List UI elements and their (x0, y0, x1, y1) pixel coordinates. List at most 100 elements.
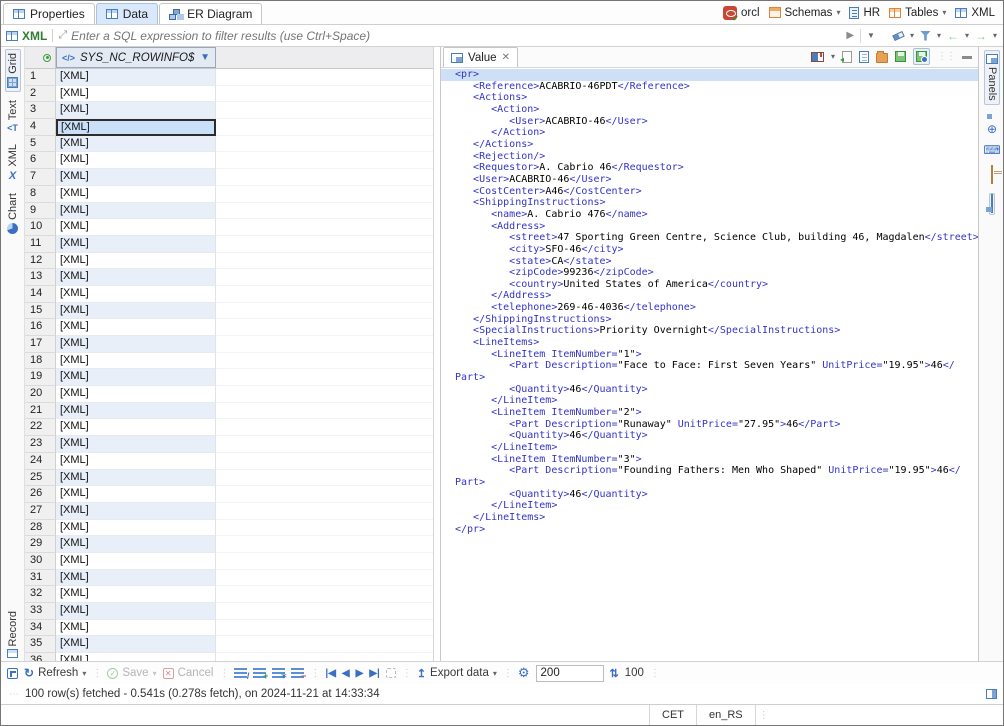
xml-value-cell[interactable]: [XML] (56, 236, 216, 253)
xml-value-cell[interactable]: [XML] (56, 586, 216, 603)
tab-properties[interactable]: Properties (3, 3, 95, 24)
row-number-cell[interactable]: 11 (25, 236, 56, 253)
open-in-editor-icon[interactable] (7, 668, 18, 679)
view-text-icon[interactable] (859, 51, 869, 63)
xml-value-viewer[interactable]: <pr> <Reference>ACABRIO-46PDT</Reference… (441, 68, 978, 661)
grid-body[interactable]: 1[XML]2[XML]3[XML]4[XML]5[XML]6[XML]7[XM… (25, 69, 433, 661)
grid-corner-cell[interactable] (25, 47, 56, 68)
refresh-button[interactable]: ↻ Refresh ▾ (24, 666, 86, 680)
save-button[interactable]: ✓ Save ▾ (107, 667, 156, 679)
xml-value-cell[interactable]: [XML] (56, 269, 216, 286)
close-icon[interactable]: ✕ (502, 52, 510, 63)
row-number-cell[interactable]: 20 (25, 386, 56, 403)
schema-selector[interactable]: HR (849, 7, 880, 19)
row-number-cell[interactable]: 2 (25, 86, 56, 103)
row-number-cell[interactable]: 3 (25, 102, 56, 119)
page-size-input[interactable] (536, 665, 604, 682)
xml-value-cell[interactable]: [XML] (56, 453, 216, 470)
row-number-cell[interactable]: 36 (25, 653, 56, 661)
xml-value-cell[interactable]: [XML] (56, 102, 216, 119)
xml-value-cell[interactable]: [XML] (56, 369, 216, 386)
panel-icon[interactable] (986, 689, 997, 699)
references-panel-icon[interactable]: ⊕ (986, 123, 998, 136)
settings-gear-icon[interactable]: ⚙ (518, 665, 530, 681)
xml-value-cell[interactable]: [XML] (56, 503, 216, 520)
apply-filter-icon[interactable]: ▶ (846, 30, 854, 41)
row-number-cell[interactable]: 29 (25, 536, 56, 553)
tab-chart[interactable]: Chart (6, 190, 20, 237)
row-number-cell[interactable]: 7 (25, 169, 56, 186)
row-number-cell[interactable]: 28 (25, 520, 56, 537)
xml-value-cell[interactable]: [XML] (56, 319, 216, 336)
row-number-cell[interactable]: 9 (25, 203, 56, 220)
xml-value-cell[interactable]: [XML] (56, 69, 216, 86)
table-selector[interactable]: XML (955, 7, 995, 19)
row-number-cell[interactable]: 4 (25, 119, 56, 136)
tab-text[interactable]: Text <T (6, 97, 20, 136)
xml-value-cell[interactable]: [XML] (56, 152, 216, 169)
cancel-button[interactable]: ✕ Cancel (163, 667, 214, 679)
dictionary-icon[interactable] (811, 52, 824, 62)
locale-indicator[interactable]: en_RS (696, 705, 756, 725)
xml-value-cell[interactable]: [XML] (56, 536, 216, 553)
row-number-cell[interactable]: 15 (25, 303, 56, 320)
xml-value-cell[interactable]: [XML] (56, 386, 216, 403)
minimize-panel-icon[interactable]: ▬ (962, 51, 972, 62)
row-number-cell[interactable]: 33 (25, 603, 56, 620)
drag-handle[interactable]: ⋮⋮ (937, 51, 955, 62)
xml-value-cell[interactable]: [XML] (56, 436, 216, 453)
xml-value-cell[interactable]: [XML] (56, 570, 216, 587)
entity-indicator[interactable]: XML (6, 29, 47, 43)
column-header[interactable]: </> SYS_NC_ROWINFO$ ▼ (56, 47, 216, 68)
row-number-cell[interactable]: 24 (25, 453, 56, 470)
row-number-cell[interactable]: 12 (25, 253, 56, 270)
last-row-icon[interactable]: ▶| (369, 668, 380, 679)
value-viewer-panel-icon[interactable] (989, 193, 995, 215)
row-number-cell[interactable]: 21 (25, 403, 56, 420)
chevron-down-icon[interactable]: ▾ (937, 31, 941, 40)
next-row-icon[interactable]: ▶ (356, 668, 364, 679)
row-number-cell[interactable]: 17 (25, 336, 56, 353)
tab-grid[interactable]: Grid (5, 49, 21, 92)
row-number-cell[interactable]: 8 (25, 186, 56, 203)
forward-icon[interactable]: → (975, 29, 987, 43)
row-number-cell[interactable]: 6 (25, 152, 56, 169)
row-number-cell[interactable]: 25 (25, 470, 56, 487)
xml-value-cell[interactable]: [XML] (56, 203, 216, 220)
fetch-next-page-icon[interactable] (386, 668, 396, 678)
tab-data[interactable]: Data (96, 3, 158, 24)
schemas-selector[interactable]: Schemas ▾ (769, 7, 841, 19)
xml-value-cell[interactable]: [XML] (56, 470, 216, 487)
filter-input[interactable] (71, 29, 846, 43)
row-number-cell[interactable]: 10 (25, 219, 56, 236)
xml-value-cell[interactable]: [XML] (56, 303, 216, 320)
metadata-panel-icon[interactable] (991, 113, 993, 115)
row-number-cell[interactable]: 19 (25, 369, 56, 386)
row-number-cell[interactable]: 26 (25, 486, 56, 503)
previous-row-icon[interactable]: ◀ (342, 668, 350, 679)
filter-settings-icon[interactable] (920, 31, 931, 41)
tables-selector[interactable]: Tables ▾ (889, 7, 946, 19)
xml-value-cell[interactable]: [XML] (56, 603, 216, 620)
tab-panels[interactable]: Panels (984, 50, 1000, 105)
chevron-down-icon[interactable]: ▾ (993, 31, 997, 40)
row-number-cell[interactable]: 32 (25, 586, 56, 603)
xml-value-cell[interactable]: [XML] (56, 636, 216, 653)
xml-value-cell[interactable]: [XML] (56, 620, 216, 637)
chevron-down-icon[interactable]: ▾ (831, 52, 835, 61)
format-value-icon[interactable] (842, 51, 852, 63)
first-row-icon[interactable]: |◀ (325, 668, 336, 679)
xml-value-cell[interactable]: [XML] (56, 520, 216, 537)
back-icon[interactable]: ← (947, 29, 959, 43)
row-number-cell[interactable]: 31 (25, 570, 56, 587)
row-number-cell[interactable]: 22 (25, 419, 56, 436)
add-row-icon[interactable] (253, 668, 266, 678)
save-value-icon[interactable] (895, 51, 906, 62)
xml-value-cell[interactable]: [XML] (56, 86, 216, 103)
row-number-cell[interactable]: 1 (25, 69, 56, 86)
export-data-button[interactable]: ↥ Export data ▾ (417, 667, 497, 680)
clear-filter-icon[interactable] (892, 30, 905, 40)
row-number-cell[interactable]: 34 (25, 620, 56, 637)
column-dropdown-icon[interactable]: ▼ (200, 52, 210, 63)
timezone-indicator[interactable]: CET (649, 705, 696, 725)
